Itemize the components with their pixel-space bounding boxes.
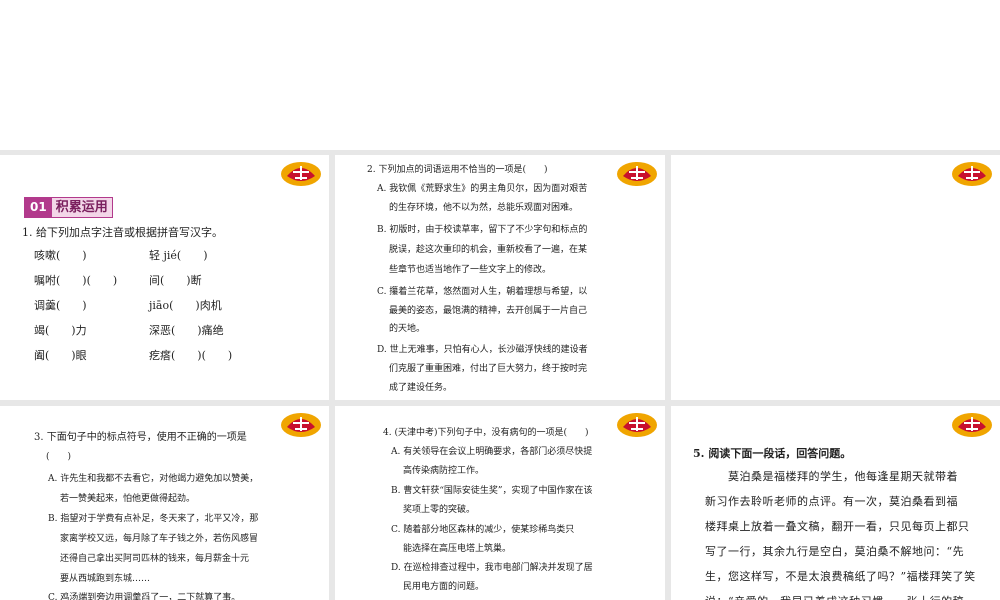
grid-row: 咳嗽( ) 轻 jié( )	[34, 247, 294, 272]
grid-cell: 调羹( )	[34, 299, 87, 312]
option-line: D. 世上无难事，只怕有心人，长沙磁浮快线的建设者	[377, 345, 588, 355]
brand-logo-icon	[615, 409, 659, 439]
option-line: A. 有关领导在会议上明确要求，各部门必须尽快提	[391, 447, 593, 457]
option-line: D. 在巡检排查过程中，我市电部门解决并发现了居	[391, 563, 593, 573]
brand-logo-icon	[950, 158, 994, 188]
option-line: 要从西城跑到东城……	[60, 574, 151, 584]
option-line: 能选择在高压电塔上筑巢。	[403, 544, 512, 554]
option-line: A. 我钦佩《荒野求生》的男主角贝尔，因为面对艰苦	[377, 184, 588, 194]
option-line: C. 随着部分地区森林的减少，使某珍稀鸟类只	[391, 525, 575, 535]
panel-q5: 5. 阅读下面一段话，回答问题。 莫泊桑是福楼拜的学生，他每逢星期天就带着 新习…	[671, 406, 1000, 600]
brand-logo-icon	[279, 409, 323, 439]
option-line: B. 曹文轩获“国际安徒生奖”，实现了中国作家在该	[391, 486, 593, 496]
grid-row: 阖( )眼 疙瘩( )( )	[34, 347, 294, 372]
brand-logo-icon	[615, 158, 659, 188]
grid-cell: 疙瘩( )( )	[149, 349, 233, 362]
grid-row: 嘱咐( )( ) 间( )断	[34, 272, 294, 297]
grid-row: 竭( )力 深恶( )痛绝	[34, 322, 294, 347]
panel-blank	[671, 155, 1000, 400]
top-blank-area	[0, 0, 1000, 150]
question-3-title: 3. 下面句子中的标点符号，使用不正确的一项是	[34, 432, 247, 443]
option-line: 的天地。	[389, 324, 426, 334]
section-header: 01 积累运用	[24, 197, 113, 218]
brand-logo-icon	[279, 158, 323, 188]
section-number: 01	[25, 198, 52, 217]
passage-line: 楼拜桌上放着一叠文稿，翻开一看，只见每页上都只	[705, 520, 970, 533]
grid-cell: 轻 jié( )	[149, 249, 208, 262]
question-1-grid: 咳嗽( ) 轻 jié( ) 嘱咐( )( ) 间( )断 调羹( ) jiāo( )…	[34, 247, 294, 372]
grid-row: 调羹( ) jiāo( )肉机	[34, 297, 294, 322]
question-2-title: 2. 下列加点的词语运用不恰当的一项是( )	[367, 165, 548, 175]
passage-line: 写了一行，其余九行是空白，莫泊桑不解地问：“先	[705, 545, 965, 558]
brand-logo-icon	[950, 409, 994, 439]
panel-q3: 3. 下面句子中的标点符号，使用不正确的一项是 ( ) A. 许先生和我都不去看…	[0, 406, 329, 600]
question-1-title: 1. 给下列加点字注音或根据拼音写汉字。	[22, 226, 223, 239]
option-line: A. 许先生和我都不去看它，对他竭力避免加以赞美，	[48, 474, 259, 484]
panel-q4: 4. (天津中考)下列句子中，没有病句的一项是( ) A. 有关领导在会议上明确…	[335, 406, 665, 600]
option-line: 奖项上零的突破。	[403, 505, 476, 515]
grid-cell: 竭( )力	[34, 324, 87, 337]
question-4-title: 4. (天津中考)下列句子中，没有病句的一项是( )	[383, 428, 589, 438]
option-line: 最美的姿态，最饱满的精神，去开创属于一片自己	[389, 306, 588, 316]
grid-cell: 嘱咐( )( )	[34, 274, 118, 287]
option-line: 们克服了重重困难，付出了巨大努力，终于按时完	[389, 364, 588, 374]
grid-cell: 深恶( )痛绝	[149, 324, 224, 337]
option-line: B. 初版时，由于校读草率，留下了不少字句和标点的	[377, 225, 588, 235]
panel-q2: 2. 下列加点的词语运用不恰当的一项是( ) A. 我钦佩《荒野求生》的男主角贝…	[335, 155, 665, 400]
option-line: 高传染病防控工作。	[403, 466, 485, 476]
option-line: C. 鸡汤端到旁边用调羹舀了一，二下就算了事。	[48, 593, 241, 600]
passage-line: 说：“亲爱的，我早已养成这种习惯，一张十行的稿	[705, 589, 964, 600]
option-line: 脱误，趁这次重印的机会，重新校看了一遍，在某	[389, 245, 588, 255]
section-title: 积累运用	[51, 198, 112, 217]
option-line: 还得自己拿出买阿司匹林的钱来，每月薪金十元	[60, 554, 250, 564]
grid-cell: 阖( )眼	[34, 349, 87, 362]
option-line: 家离学校又远，每月除了车子钱之外，若伤风感冒	[60, 534, 259, 544]
option-line: 民用电方面的问题。	[403, 582, 485, 592]
passage-line: 新习作去聆听老师的点评。有一次，莫泊桑看到福	[705, 495, 958, 508]
option-line: B. 指望对于学费有点补足，冬天来了，北平又冷，那	[48, 514, 259, 524]
option-line: 些章节也适当地作了一些文字上的修改。	[389, 265, 552, 275]
grid-cell: jiāo( )肉机	[149, 299, 222, 312]
option-line: 的生存环境，他不以为然，总能乐观面对困难。	[389, 203, 579, 213]
option-line: 成了建设任务。	[389, 383, 453, 393]
option-line: C. 攥着兰花草，悠然面对人生，朝着理想与希望，以	[377, 287, 588, 297]
grid-cell: 咳嗽( )	[34, 249, 87, 262]
question-5-title: 5. 阅读下面一段话，回答问题。	[693, 447, 852, 460]
passage-line: 生，您这样写，不是太浪费稿纸了吗？”福楼拜笑了笑	[705, 570, 976, 583]
question-3-answer-blank: ( )	[46, 452, 72, 462]
passage-line: 莫泊桑是福楼拜的学生，他每逢星期天就带着	[705, 470, 958, 483]
option-line: 若一赞美起来，怕他更做得起劲。	[60, 494, 196, 504]
panel-q1: 01 积累运用 1. 给下列加点字注音或根据拼音写汉字。 咳嗽( ) 轻 jié(…	[0, 155, 329, 400]
grid-cell: 间( )断	[149, 274, 202, 287]
